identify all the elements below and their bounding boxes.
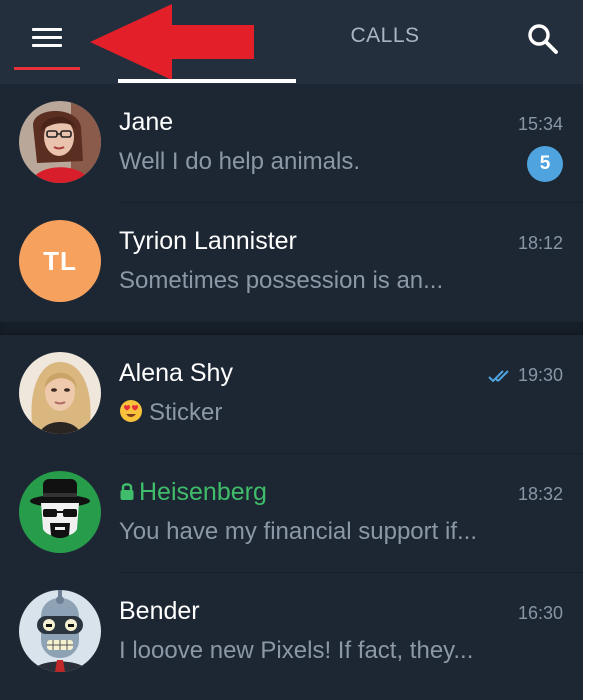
chat-time: 19:30 <box>488 365 563 386</box>
chat-name: Bender <box>119 597 200 625</box>
avatar-initials: TL <box>19 220 101 302</box>
chat-list: Jane 15:34 Well I do help animals. 5 TL … <box>0 84 583 692</box>
chat-row-heisenberg[interactable]: Heisenberg 18:32 You have my financial s… <box>0 454 583 573</box>
chat-preview: Well I do help animals. <box>119 148 361 175</box>
lock-icon <box>120 483 134 500</box>
tab-calls[interactable]: CALLS <box>330 24 440 48</box>
chat-row-tyrion-lannister[interactable]: TL Tyrion Lannister 18:12 Sometimes poss… <box>0 203 583 322</box>
chat-time-text: 19:30 <box>517 365 563 385</box>
menu-highlight-underline <box>14 67 80 70</box>
chat-row-alena-shy[interactable]: Alena Shy 19:30 Sticker <box>0 335 583 454</box>
chat-preview: You have my financial support if... <box>119 518 477 545</box>
chat-name: Alena Shy <box>119 359 233 387</box>
chat-name: Jane <box>119 108 174 136</box>
chat-time: 18:32 <box>517 484 563 504</box>
avatar-photo-jane <box>19 101 101 183</box>
chat-preview-text: Sticker <box>149 399 223 426</box>
tab-chats-indicator[interactable] <box>118 79 296 83</box>
chat-name: Heisenberg <box>119 478 267 507</box>
chat-name: Tyrion Lannister <box>119 227 297 255</box>
chat-row-jane[interactable]: Jane 15:34 Well I do help animals. 5 <box>0 84 583 203</box>
search-icon[interactable] <box>526 22 560 56</box>
chat-preview: Sometimes possession is an... <box>119 267 444 294</box>
chat-row-bender[interactable]: Bender 16:30 I looove new Pixels! If fac… <box>0 573 583 692</box>
avatar <box>19 471 101 553</box>
chat-time: 16:30 <box>517 603 563 623</box>
menu-icon-line <box>32 44 62 47</box>
menu-icon-line <box>32 36 62 39</box>
menu-icon-line <box>32 28 62 31</box>
telegram-app: CALLS Jane 15:34 Well I do help animals.… <box>0 0 583 700</box>
top-bar: CALLS <box>0 0 583 84</box>
hamburger-menu-button[interactable] <box>14 18 80 70</box>
avatar <box>19 352 101 434</box>
unread-count-badge: 5 <box>527 146 563 182</box>
avatar-bender-illustration <box>19 590 101 672</box>
pinned-chats-separator <box>0 322 583 335</box>
chat-preview: Sticker <box>119 399 519 427</box>
chat-time: 18:12 <box>517 233 563 253</box>
avatar <box>19 590 101 672</box>
red-arrow-annotation-icon <box>90 4 254 80</box>
avatar-heisenberg-illustration <box>19 471 101 553</box>
heart-eyes-emoji-icon <box>120 400 142 422</box>
chat-preview: I looove new Pixels! If fact, they... <box>119 637 474 664</box>
avatar-photo-alena <box>19 352 101 434</box>
chat-name-text: Heisenberg <box>139 478 267 506</box>
double-check-icon <box>488 370 509 383</box>
avatar <box>19 101 101 183</box>
chat-time: 15:34 <box>517 114 563 134</box>
